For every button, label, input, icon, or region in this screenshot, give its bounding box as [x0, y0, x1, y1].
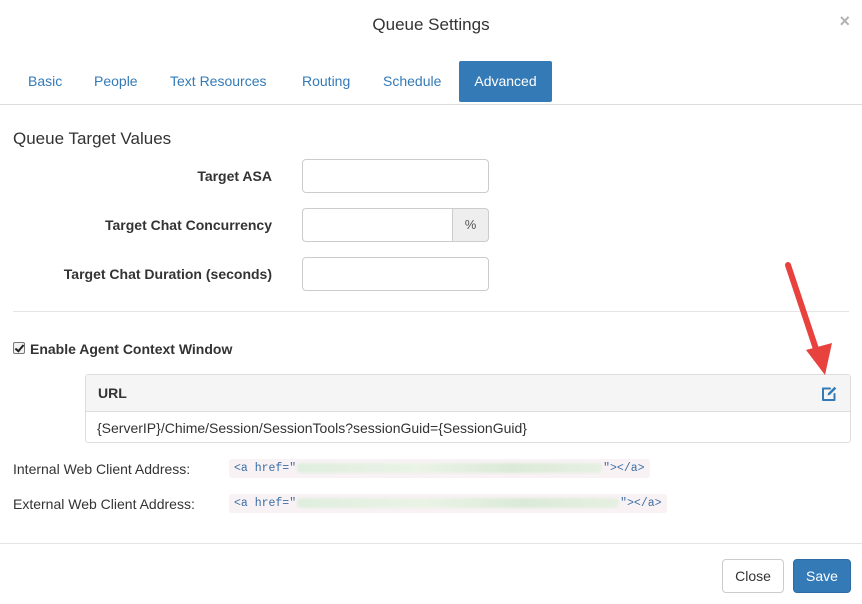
url-value: {ServerIP}/Chime/Session/SessionTools?se…	[97, 420, 527, 436]
external-address-label: External Web Client Address:	[13, 496, 195, 512]
redacted-url	[297, 462, 603, 473]
tab-basic[interactable]: Basic	[14, 61, 76, 102]
internal-address-code[interactable]: <a href=" "></a>	[229, 459, 650, 478]
tab-schedule[interactable]: Schedule	[369, 61, 455, 102]
divider	[13, 311, 849, 312]
annotation-arrow-icon	[785, 262, 832, 375]
tab-people[interactable]: People	[80, 61, 152, 102]
external-address-code[interactable]: <a href=" "></a>	[229, 494, 667, 513]
tab-text-resources[interactable]: Text Resources	[156, 61, 280, 102]
external-code-suffix: "></a>	[620, 497, 662, 510]
target-duration-input[interactable]	[302, 257, 489, 291]
target-asa-input[interactable]	[302, 159, 489, 193]
enable-context-window-checkbox[interactable]	[13, 342, 25, 354]
section-title: Queue Target Values	[13, 129, 172, 148]
modal-title: Queue Settings	[372, 15, 490, 34]
edit-icon[interactable]	[821, 385, 838, 402]
target-duration-label: Target Chat Duration (seconds)	[63, 266, 272, 282]
tab-bar: Basic People Text Resources Routing Sche…	[0, 61, 862, 105]
save-button[interactable]: Save	[793, 559, 851, 593]
target-concurrency-group: %	[302, 208, 489, 242]
internal-code-prefix: <a href="	[234, 462, 297, 475]
redacted-url	[297, 497, 620, 508]
footer-divider	[0, 543, 862, 544]
modal-header: Queue Settings ×	[0, 0, 862, 52]
close-icon[interactable]: ×	[839, 12, 850, 30]
url-panel-title: URL	[98, 385, 127, 401]
target-asa-label: Target ASA	[197, 168, 272, 184]
close-button[interactable]: Close	[722, 559, 784, 593]
percent-addon: %	[452, 208, 489, 242]
target-concurrency-label: Target Chat Concurrency	[105, 217, 272, 233]
url-panel-heading: URL	[86, 375, 850, 412]
target-concurrency-input[interactable]	[302, 208, 452, 242]
enable-context-window-label[interactable]: Enable Agent Context Window	[30, 341, 232, 357]
external-code-prefix: <a href="	[234, 497, 297, 510]
tab-advanced[interactable]: Advanced	[459, 61, 552, 102]
url-panel: URL {ServerIP}/Chime/Session/SessionTool…	[85, 374, 851, 443]
tab-routing[interactable]: Routing	[288, 61, 364, 102]
internal-address-label: Internal Web Client Address:	[13, 461, 191, 477]
internal-code-suffix: "></a>	[603, 462, 645, 475]
